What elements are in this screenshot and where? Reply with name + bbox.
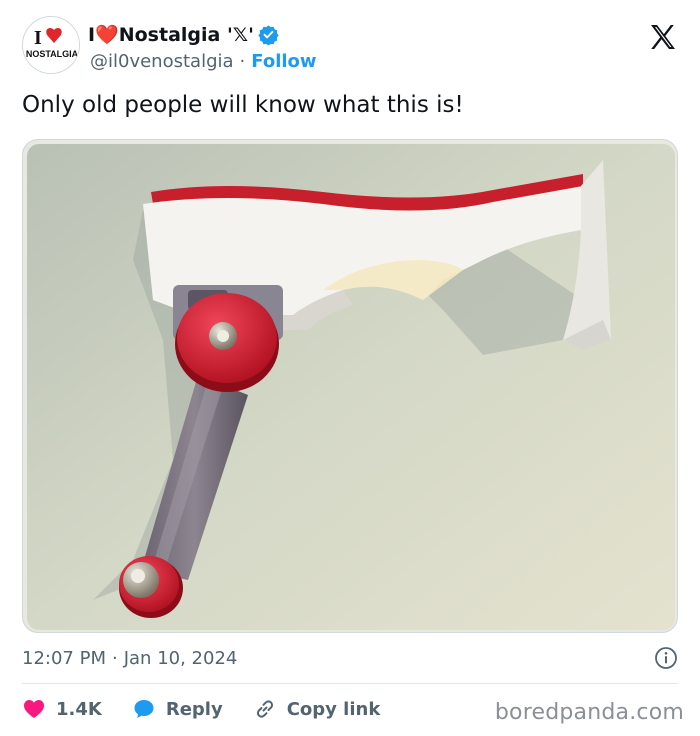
reply-label: Reply (165, 698, 223, 720)
divider (22, 683, 678, 684)
heart-icon (24, 700, 44, 718)
handle-separator: · (239, 50, 246, 72)
tweet-header: I NOSTALGIA I❤️Nostalgia '𝕏' @il0venosta… (22, 16, 682, 76)
verified-badge-icon (258, 24, 279, 45)
author-name-row: I❤️Nostalgia '𝕏' (88, 21, 279, 47)
timestamp-separator: · (111, 647, 118, 669)
x-logo-icon[interactable] (648, 22, 678, 52)
action-bar: 1.4K Reply Copy link (22, 694, 410, 724)
copy-link-button[interactable]: Copy link (253, 697, 381, 721)
tweet-time: 12:07 PM (22, 647, 106, 669)
like-button[interactable]: 1.4K (22, 697, 102, 721)
info-icon[interactable] (654, 646, 678, 670)
handle-row: @il0venostalgia · Follow (90, 49, 317, 73)
avatar-letter: I (34, 27, 42, 49)
follow-button[interactable]: Follow (251, 51, 316, 72)
author-handle[interactable]: @il0venostalgia (90, 51, 234, 72)
tweet-date: Jan 10, 2024 (123, 647, 238, 669)
tweet-image[interactable] (22, 139, 678, 633)
timestamp-row: 12:07 PM · Jan 10, 2024 (22, 645, 678, 671)
watermark: boredpanda.com (494, 700, 684, 725)
like-count: 1.4K (56, 698, 102, 720)
avatar[interactable]: I NOSTALGIA (22, 16, 80, 74)
copy-link-label: Copy link (286, 698, 381, 720)
speech-bubble-icon (134, 700, 154, 718)
link-icon (256, 700, 273, 718)
tweet-timestamp[interactable]: 12:07 PM · Jan 10, 2024 (22, 648, 237, 669)
tweet-text: Only old people will know what this is! (22, 92, 464, 118)
display-name[interactable]: I❤️Nostalgia '𝕏' (88, 23, 254, 46)
reply-button[interactable]: Reply (132, 697, 223, 721)
avatar-wordmark: NOSTALGIA (26, 49, 79, 59)
